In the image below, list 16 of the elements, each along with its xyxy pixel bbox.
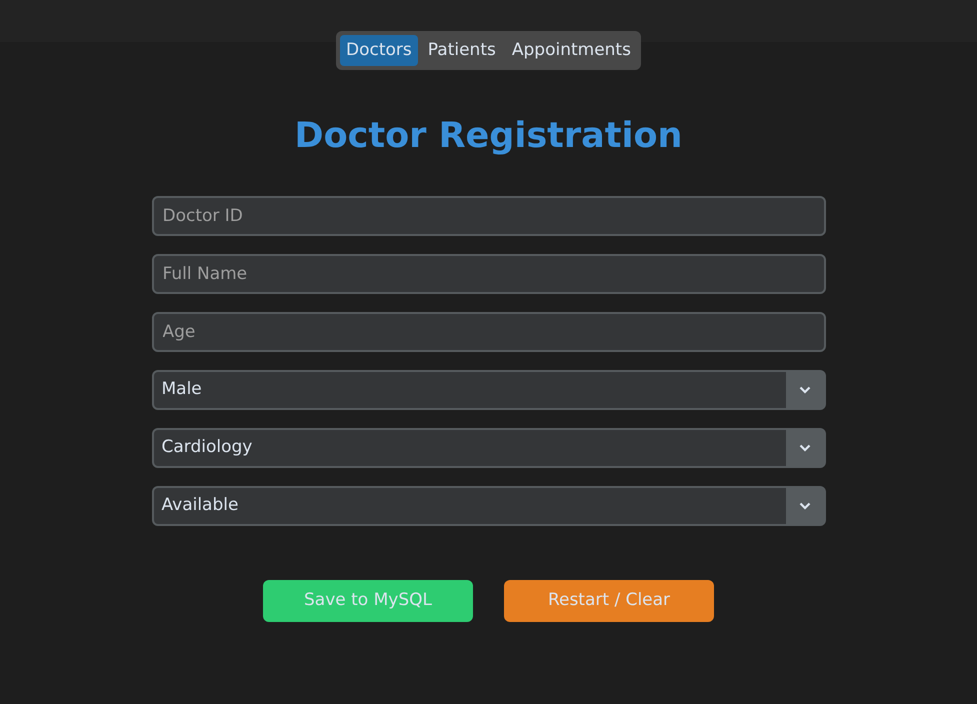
chevron-down-icon — [798, 386, 810, 394]
chevron-down-icon — [798, 502, 810, 510]
dropdown[interactable]: Male — [152, 370, 826, 410]
text-field[interactable]: Doctor ID — [152, 196, 826, 236]
dropdown[interactable]: Cardiology — [152, 428, 826, 468]
dropdown-value: Male — [154, 372, 786, 408]
dropdown-value: Cardiology — [154, 430, 786, 466]
chevron-down-icon — [798, 444, 810, 452]
dropdown[interactable]: Available — [152, 486, 826, 526]
page-title: Doctor Registration — [294, 115, 682, 158]
dropdown-value: Available — [154, 488, 786, 524]
text-field[interactable]: Age — [152, 312, 826, 352]
text-field[interactable]: Full Name — [152, 254, 826, 294]
tab[interactable]: Doctors — [340, 35, 418, 66]
tab[interactable]: Patients — [422, 35, 502, 66]
tab[interactable]: Appointments — [506, 35, 637, 66]
